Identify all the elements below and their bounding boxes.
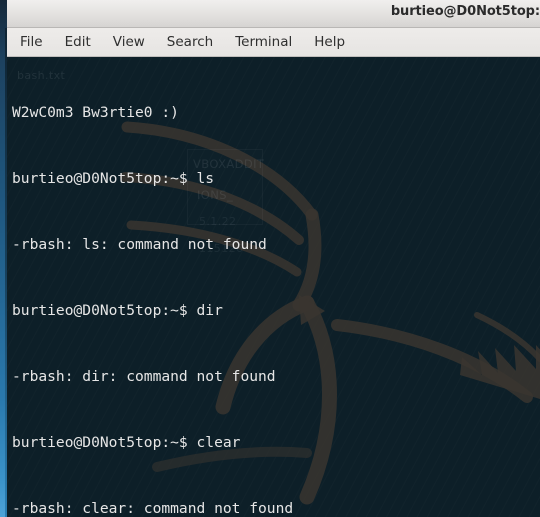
menu-view[interactable]: View bbox=[113, 34, 145, 50]
terminal-line: -rbash: dir: command not found bbox=[12, 368, 276, 385]
menu-help[interactable]: Help bbox=[314, 34, 345, 50]
menu-search[interactable]: Search bbox=[167, 34, 213, 50]
terminal-body[interactable]: bash.txt VBOXADDIT IONS_ 5.1.22 115126 W… bbox=[7, 57, 540, 517]
menu-terminal[interactable]: Terminal bbox=[235, 34, 292, 50]
terminal-window: burtieo@D0Not5top: File Edit View Search… bbox=[0, 0, 540, 517]
terminal-output: W2wC0m3 Bw3rtie0 :) burtieo@D0Not5top:~$… bbox=[7, 57, 346, 517]
menu-file[interactable]: File bbox=[20, 34, 43, 50]
titlebar[interactable]: burtieo@D0Not5top: bbox=[7, 0, 540, 28]
window-left-border-inner bbox=[5, 28, 7, 517]
terminal-line: -rbash: clear: command not found bbox=[12, 500, 294, 517]
menu-edit[interactable]: Edit bbox=[65, 34, 91, 50]
terminal-line: -rbash: ls: command not found bbox=[12, 236, 267, 253]
menubar: File Edit View Search Terminal Help bbox=[7, 28, 540, 57]
terminal-line: W2wC0m3 Bw3rtie0 :) bbox=[12, 104, 179, 121]
terminal-line: burtieo@D0Not5top:~$ ls bbox=[12, 170, 215, 187]
terminal-line: burtieo@D0Not5top:~$ clear bbox=[12, 434, 241, 451]
window-title: burtieo@D0Not5top: bbox=[390, 4, 540, 19]
terminal-line: burtieo@D0Not5top:~$ dir bbox=[12, 302, 223, 319]
